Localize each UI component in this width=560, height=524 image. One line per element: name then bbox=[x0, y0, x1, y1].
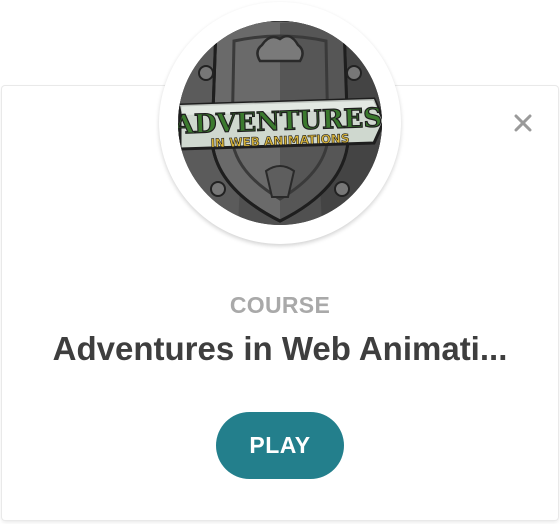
course-badge-art: ADVENTURES IN WEB ANIMATIONS bbox=[178, 21, 382, 225]
close-button[interactable] bbox=[508, 108, 538, 138]
content-type-label: COURSE bbox=[229, 292, 331, 318]
course-popup: ADVENTURES IN WEB ANIMATIONS COURSE Adve… bbox=[0, 0, 560, 524]
course-title: Adventures in Web Animati... bbox=[52, 330, 508, 367]
close-icon bbox=[514, 114, 532, 132]
play-button[interactable]: PLAY bbox=[216, 412, 344, 479]
course-badge: ADVENTURES IN WEB ANIMATIONS bbox=[159, 2, 401, 244]
shield-icon: ADVENTURES IN WEB ANIMATIONS bbox=[178, 21, 382, 225]
